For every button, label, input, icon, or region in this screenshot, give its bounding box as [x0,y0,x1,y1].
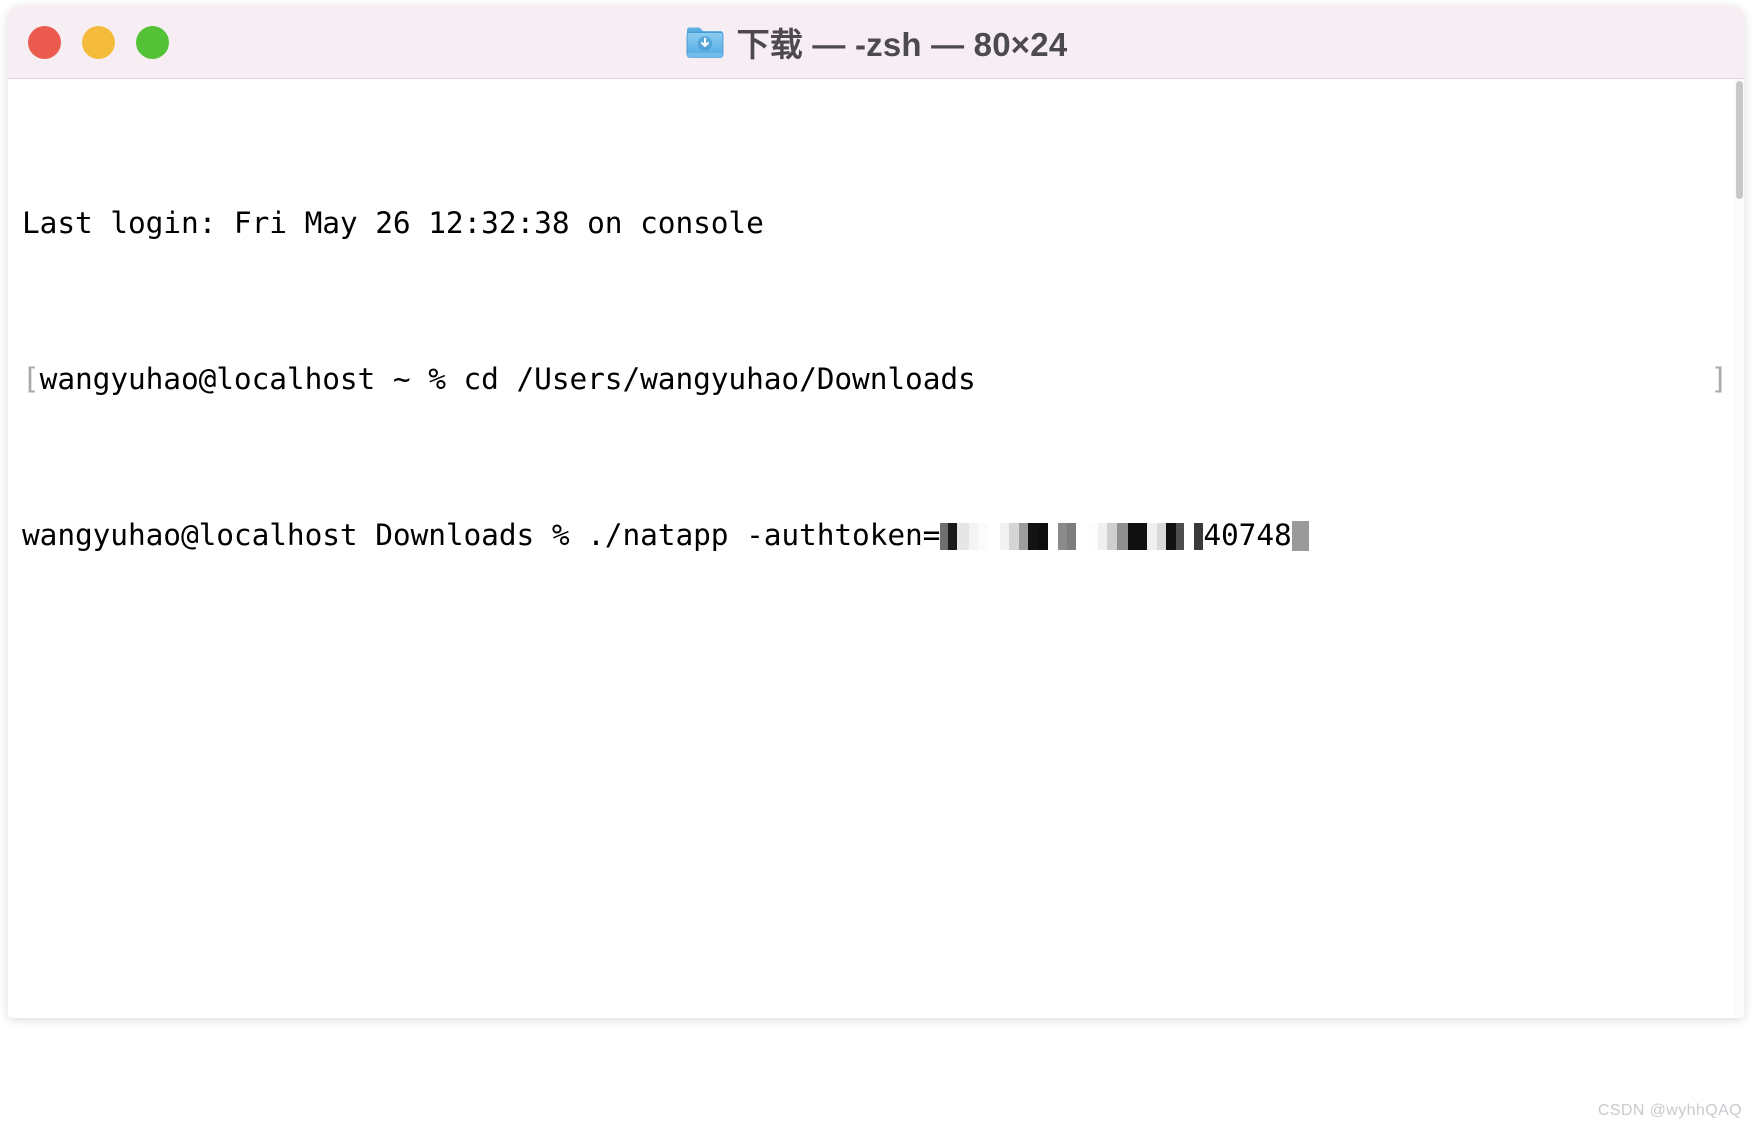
redacted-authtoken [940,523,1204,550]
terminal-scrollbar-thumb[interactable] [1736,81,1743,199]
window-title: 下载 — -zsh — 80×24 [736,26,1068,63]
terminal-line-cd-command: [wangyuhao@localhost ~ % cd /Users/wangy… [22,360,1728,399]
terminal-output: Last login: Fri May 26 12:32:38 on conso… [22,87,1728,672]
terminal-scrollbar[interactable] [1735,79,1744,1018]
watermark: CSDN @wyhhQAQ [1597,1102,1742,1119]
terminal-line-text: Last login: Fri May 26 12:32:38 on conso… [22,206,764,240]
line-bracket-open: [ [22,362,40,396]
terminal-line-natapp-command: wangyuhao@localhost Downloads % ./natapp… [22,516,1728,555]
screen: 下载 — -zsh — 80×24 Last login: Fri May 26… [0,0,1752,1132]
window-title-group: 下载 — -zsh — 80×24 [8,6,1744,78]
window-titlebar[interactable]: 下载 — -zsh — 80×24 [8,6,1744,79]
downloads-folder-icon [686,27,724,58]
terminal-cursor [1291,521,1309,551]
terminal-content-area[interactable]: Last login: Fri May 26 12:32:38 on conso… [8,79,1744,1018]
terminal-prompt-text: wangyuhao@localhost Downloads % ./natapp… [22,518,941,552]
traffic-light-buttons [28,6,169,78]
line-bracket-close: ] [1710,362,1728,396]
minimize-window-button[interactable] [82,25,115,59]
authtoken-visible-suffix: 40748 [1203,518,1292,552]
terminal-line-last-login: Last login: Fri May 26 12:32:38 on conso… [22,204,1728,243]
terminal-window: 下载 — -zsh — 80×24 Last login: Fri May 26… [8,6,1744,1018]
zoom-window-button[interactable] [136,25,169,59]
terminal-line-text: wangyuhao@localhost ~ % cd /Users/wangyu… [39,362,976,396]
close-window-button[interactable] [28,25,61,59]
